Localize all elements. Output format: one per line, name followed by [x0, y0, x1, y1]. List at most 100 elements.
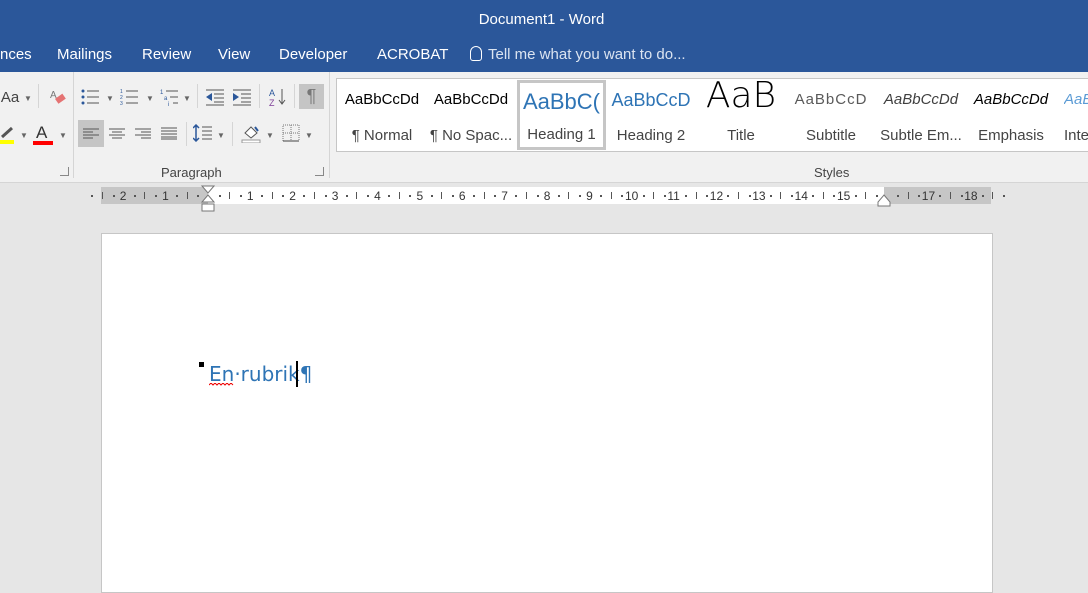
ruler-dot: [345, 195, 348, 197]
chevron-down-icon[interactable]: ▼: [183, 94, 191, 103]
divider: [38, 84, 39, 108]
font-dialog-launcher[interactable]: x: [60, 167, 69, 176]
indent-markers[interactable]: [201, 185, 215, 213]
window-title: Document1 - Word: [478, 11, 605, 28]
ruler-dot: [91, 195, 94, 197]
justify-button[interactable]: [158, 120, 180, 147]
bullets-button[interactable]: [80, 86, 102, 108]
ruler-tick: [314, 192, 315, 199]
style-no-spacing[interactable]: AaBbCcDd ¶ No Spac...: [427, 81, 515, 149]
style-normal[interactable]: AaBbCcDd ¶ Normal: [339, 81, 425, 149]
document-page[interactable]: [101, 233, 993, 593]
bullet-list-icon: [81, 89, 99, 105]
styles-gallery: AaBbCcDd ¶ Normal AaBbCcDd ¶ No Spac... …: [336, 75, 1088, 152]
ruler-tick: [526, 192, 527, 199]
paragraph-dialog-launcher[interactable]: x: [315, 167, 324, 176]
line-spacing-icon: [193, 124, 212, 142]
ruler-dot: [282, 195, 285, 197]
hanging-indent-marker[interactable]: [201, 194, 215, 203]
eraser-icon: A: [50, 90, 66, 104]
ruler-dot: [600, 195, 603, 197]
ruler-number: 2: [119, 189, 127, 203]
style-heading-1[interactable]: AaBbC( Heading 1: [517, 80, 606, 150]
tab-view[interactable]: View: [218, 46, 250, 63]
align-center-button[interactable]: [106, 120, 128, 147]
style-name: Heading 2: [616, 127, 686, 144]
style-title[interactable]: AaB Title: [696, 75, 786, 149]
ruler-dot: [218, 195, 221, 197]
change-case-label: Aa: [0, 88, 20, 106]
tab-references[interactable]: nces: [0, 46, 32, 63]
borders-button[interactable]: [280, 122, 302, 144]
tab-mailings[interactable]: Mailings: [57, 46, 112, 63]
ruler-dot: [663, 195, 666, 197]
ruler-dot: [579, 195, 581, 197]
ruler-number: 18: [964, 189, 978, 203]
style-preview: AaBbCcDd: [344, 91, 420, 108]
style-name: ¶ No Spac...: [429, 127, 513, 144]
chevron-down-icon[interactable]: ▼: [305, 131, 313, 140]
highlight-button[interactable]: [0, 125, 16, 145]
style-subtitle[interactable]: AaBbCcD Subtitle: [786, 81, 876, 149]
tab-review[interactable]: Review: [142, 46, 191, 63]
paragraph-mark-bullet: [199, 362, 204, 367]
paragraph-group-label: Paragraph: [161, 165, 222, 180]
ruler-dot: [409, 195, 412, 197]
pilcrow-icon: ¶: [306, 86, 317, 106]
justify-icon: [161, 127, 177, 140]
numbering-button[interactable]: 123: [119, 86, 141, 108]
tab-acrobat[interactable]: ACROBAT: [377, 46, 448, 63]
style-intense-emphasis[interactable]: AaB Inte: [1056, 81, 1088, 149]
ruler-number: 8: [543, 189, 551, 203]
align-left-button[interactable]: [78, 120, 104, 147]
style-emphasis[interactable]: AaBbCcDd Emphasis: [966, 81, 1056, 149]
style-preview: AaBbCcD: [611, 90, 691, 110]
show-formatting-marks-button[interactable]: ¶: [299, 84, 324, 109]
title-bar: Document1 - Word nces Mailings Review Vi…: [0, 0, 1088, 72]
ruler-dot: [388, 195, 391, 197]
chevron-down-icon[interactable]: ▼: [20, 131, 28, 140]
right-indent-marker[interactable]: [877, 194, 891, 208]
style-heading-2[interactable]: AaBbCcD Heading 2: [608, 81, 694, 149]
style-name: Subtle Em...: [880, 127, 962, 144]
ruler-dot: [303, 195, 306, 197]
ruler-dot: [494, 195, 497, 197]
borders-icon: [282, 124, 300, 142]
ruler-number: 4: [374, 189, 381, 203]
ruler-number: 11: [667, 189, 680, 203]
chevron-down-icon[interactable]: ▼: [59, 131, 67, 140]
first-line-indent-marker[interactable]: [201, 185, 215, 194]
multilevel-list-button[interactable]: 1ai: [159, 86, 181, 108]
spelling-error-underline[interactable]: [209, 383, 235, 387]
svg-text:A: A: [36, 123, 48, 142]
left-indent-marker[interactable]: [201, 203, 215, 212]
font-color-button[interactable]: A: [32, 123, 54, 145]
ruler-number: 5: [416, 189, 424, 203]
ruler-dot: [833, 195, 836, 197]
numbered-list-icon: 123: [120, 89, 138, 106]
tab-developer[interactable]: Developer: [279, 46, 347, 63]
clear-formatting-button[interactable]: A: [48, 86, 68, 108]
decrease-indent-button[interactable]: [204, 86, 226, 108]
sort-az-icon: AZ: [269, 88, 286, 107]
sort-button[interactable]: AZ: [267, 86, 289, 108]
chevron-down-icon[interactable]: ▼: [217, 131, 225, 140]
style-subtle-emphasis[interactable]: AaBbCcDd Subtle Em...: [876, 81, 966, 149]
chevron-down-icon[interactable]: ▼: [266, 131, 274, 140]
group-divider: [329, 72, 330, 178]
increase-indent-button[interactable]: [231, 86, 253, 108]
change-case-button[interactable]: Aa: [0, 87, 20, 107]
chevron-down-icon[interactable]: ▼: [106, 94, 114, 103]
ruler-dot: [112, 195, 115, 197]
ruler-dot: [748, 195, 751, 197]
shading-button[interactable]: [240, 122, 262, 144]
chevron-down-icon[interactable]: ▼: [146, 94, 154, 103]
chevron-down-icon[interactable]: ▼: [24, 94, 32, 103]
ruler-number: 12: [709, 189, 724, 203]
ruler-number: 6: [458, 189, 466, 203]
align-right-button[interactable]: [132, 120, 154, 147]
line-spacing-button[interactable]: [192, 122, 214, 144]
ruler-tick: [653, 192, 655, 199]
tell-me-search[interactable]: Tell me what you want to do...: [470, 46, 686, 63]
ruler-dot: [239, 195, 242, 197]
